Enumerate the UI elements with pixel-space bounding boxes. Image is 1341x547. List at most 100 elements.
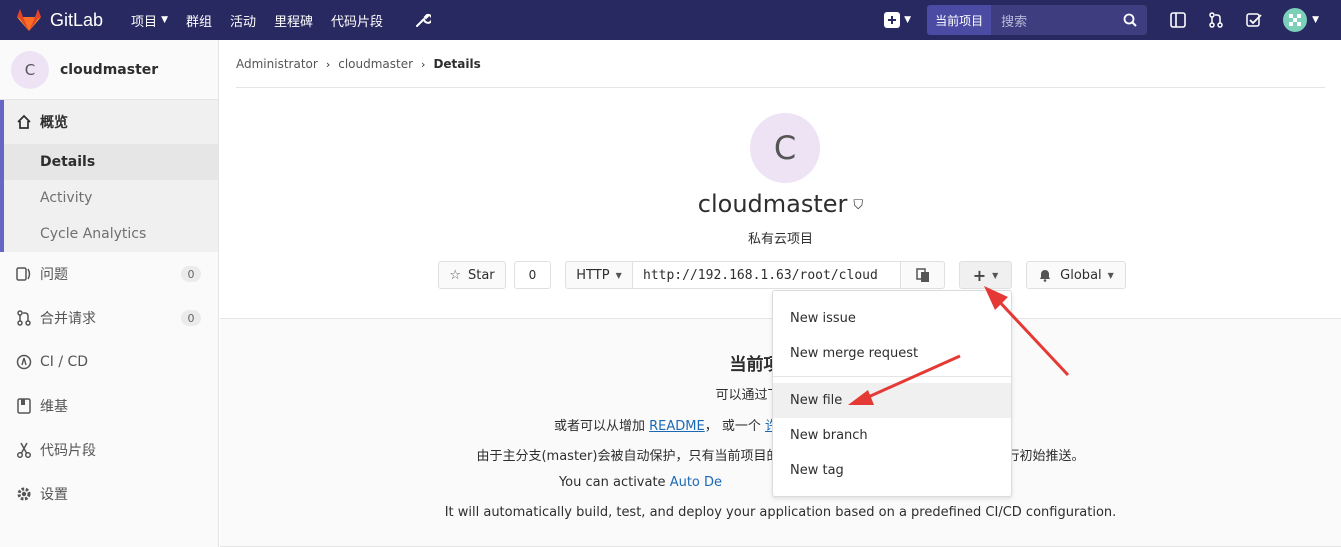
brand-name: GitLab xyxy=(50,9,104,30)
todos-icon[interactable] xyxy=(1235,12,1273,28)
notification-label: Global xyxy=(1060,267,1102,283)
sidebar-item-snippets[interactable]: 代码片段 xyxy=(0,428,218,472)
nav-groups[interactable]: 群组 xyxy=(186,11,212,30)
breadcrumb-admin[interactable]: Administrator xyxy=(236,57,318,71)
sidebar-subitem-cycle-analytics[interactable]: Cycle Analytics xyxy=(4,216,218,252)
project-avatar: C xyxy=(11,50,49,89)
menu-item-new-merge-request[interactable]: New merge request xyxy=(773,336,1011,371)
sidebar-item-settings[interactable]: 设置 xyxy=(0,472,218,516)
home-icon xyxy=(16,114,32,130)
nav-activity[interactable]: 活动 xyxy=(230,11,256,30)
sidebar-subitem-details[interactable]: Details xyxy=(4,144,218,180)
count-badge: 0 xyxy=(181,310,201,326)
breadcrumb: Administrator › cloudmaster › Details xyxy=(236,57,481,71)
nav-milestones[interactable]: 里程碑 xyxy=(274,11,313,30)
project-description: 私有云项目 xyxy=(747,232,813,247)
bell-icon xyxy=(1040,270,1051,282)
clipboard-icon xyxy=(915,268,929,282)
identicon-icon xyxy=(1289,14,1302,26)
menu-item-new-file[interactable]: New file xyxy=(773,383,1011,418)
add-new-dropdown-button[interactable]: + ▼ xyxy=(959,261,1012,289)
main-nav: 项目 ▼ 群组 活动 里程碑 代码片段 xyxy=(131,11,401,30)
project-title: cloudmaster ⛉ xyxy=(220,190,1341,218)
plus-square-icon xyxy=(884,12,901,28)
rocket-icon xyxy=(16,354,32,370)
empty-line-2-prefix: 或者可以从增加 xyxy=(553,419,645,434)
count-badge: 0 xyxy=(181,266,201,282)
empty-line-4-prefix: You can activate xyxy=(558,475,666,490)
top-navbar: GitLab 项目 ▼ 群组 活动 里程碑 代码片段 ▼ 当前项目 搜索 ▼ xyxy=(0,0,1341,40)
project-avatar-large: C xyxy=(750,113,820,183)
gitlab-logo[interactable]: GitLab xyxy=(16,8,103,32)
breadcrumb-project[interactable]: cloudmaster xyxy=(338,57,413,71)
sidebar-item-label: 维基 xyxy=(40,399,68,415)
nav-snippets[interactable]: 代码片段 xyxy=(331,11,383,30)
sidebar-project-header[interactable]: C cloudmaster xyxy=(0,40,218,100)
empty-line-3-prefix: 由于主分支(master)会被自动保护，只有当前项目的 xyxy=(476,449,780,464)
issues-icon xyxy=(16,266,32,282)
copy-url-button[interactable] xyxy=(900,261,945,289)
protocol-label: HTTP xyxy=(576,267,610,283)
plus-icon: + xyxy=(972,265,987,285)
project-name: cloudmaster xyxy=(697,190,848,218)
merge-requests-icon[interactable] xyxy=(1197,12,1235,28)
new-dropdown-button[interactable]: ▼ xyxy=(884,12,911,28)
star-label: Star xyxy=(467,267,495,283)
sidebar-item-wiki[interactable]: 维基 xyxy=(0,384,218,428)
chevron-down-icon[interactable]: ▼ xyxy=(1312,15,1319,25)
notification-button[interactable]: Global ▼ xyxy=(1026,261,1126,289)
empty-line-2-mid: ， 或一个 xyxy=(704,419,761,434)
nav-projects-label: 项目 xyxy=(131,14,158,30)
star-button[interactable]: ☆ Star xyxy=(438,261,506,289)
sidebar-toggle-icon[interactable] xyxy=(1159,12,1197,28)
scissors-icon xyxy=(16,442,32,458)
sidebar-item-label: 代码片段 xyxy=(40,443,96,459)
chevron-down-icon: ▼ xyxy=(615,270,622,280)
search-placeholder: 搜索 xyxy=(1001,14,1028,30)
private-shield-icon: ⛉ xyxy=(853,197,864,213)
sidebar-item-ci-cd[interactable]: CI / CD xyxy=(0,340,218,384)
chevron-down-icon: ▼ xyxy=(161,15,168,25)
sidebar-item-label: 合并请求 xyxy=(40,311,96,327)
chevron-down-icon: ▼ xyxy=(992,270,999,280)
star-icon: ☆ xyxy=(449,267,461,283)
sidebar-project-name: cloudmaster xyxy=(60,61,159,78)
search-icon xyxy=(1123,13,1137,27)
breadcrumb-current[interactable]: Details xyxy=(433,57,480,71)
sidebar-subitem-activity[interactable]: Activity xyxy=(4,180,218,216)
gitlab-fox-icon xyxy=(17,9,41,31)
project-sidebar: C cloudmaster 概览 Details Activity Cycle … xyxy=(0,40,219,547)
sidebar-item-merge-requests[interactable]: 合并请求 0 xyxy=(0,296,218,340)
chevron-down-icon: ▼ xyxy=(904,15,912,25)
divider xyxy=(236,87,1325,88)
dropdown-padding xyxy=(773,291,1011,301)
gear-icon xyxy=(16,486,32,502)
book-icon xyxy=(16,398,32,414)
clone-url-input[interactable]: http://192.168.1.63/root/cloud xyxy=(632,261,901,289)
menu-item-new-branch[interactable]: New branch xyxy=(773,418,1011,453)
empty-line-5: It will automatically build, test, and d… xyxy=(444,505,1117,520)
search-box: 当前项目 搜索 xyxy=(927,5,1148,35)
admin-wrench-icon[interactable] xyxy=(415,12,432,28)
user-avatar[interactable] xyxy=(1283,8,1308,32)
clone-protocol-select[interactable]: HTTP ▼ xyxy=(565,261,633,289)
search-input[interactable]: 搜索 xyxy=(991,5,1148,35)
sidebar-item-label: CI / CD xyxy=(40,354,89,370)
star-count[interactable]: 0 xyxy=(514,261,551,289)
nav-projects[interactable]: 项目 ▼ xyxy=(131,11,168,30)
auto-devops-link[interactable]: Auto De xyxy=(670,475,722,490)
menu-item-new-issue[interactable]: New issue xyxy=(773,301,1011,336)
sidebar-item-label: 设置 xyxy=(40,487,68,503)
chevron-right-icon: › xyxy=(421,57,426,71)
chevron-down-icon: ▼ xyxy=(1107,270,1114,280)
search-scope-badge[interactable]: 当前项目 xyxy=(927,5,992,35)
readme-link[interactable]: README xyxy=(649,419,705,434)
sidebar-item-label: 概览 xyxy=(40,115,68,131)
sidebar-item-overview[interactable]: 概览 xyxy=(4,100,218,144)
navbar-right: ▼ 当前项目 搜索 ▼ xyxy=(884,0,1341,40)
sidebar-item-issues[interactable]: 问题 0 xyxy=(0,252,218,296)
new-item-dropdown-menu: New issue New merge request New file New… xyxy=(772,290,1012,497)
sidebar-item-label: 问题 xyxy=(40,267,68,283)
menu-divider xyxy=(773,376,1011,377)
menu-item-new-tag[interactable]: New tag xyxy=(773,453,1011,488)
